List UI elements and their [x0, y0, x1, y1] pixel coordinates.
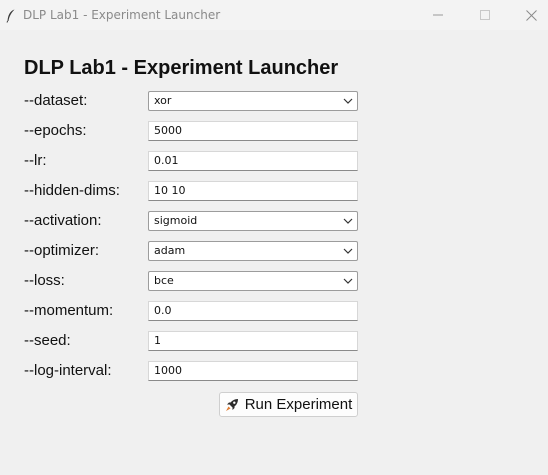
hidden-dims-input[interactable]: 10 10 [148, 181, 358, 201]
title-bar[interactable]: DLP Lab1 - Experiment Launcher [0, 0, 548, 30]
momentum-input[interactable]: 0.0 [148, 301, 358, 321]
optimizer-select[interactable]: adam [148, 241, 358, 261]
hidden-dims-label: --hidden-dims: [24, 182, 120, 199]
activation-select[interactable]: sigmoid [148, 211, 358, 231]
page-title: DLP Lab1 - Experiment Launcher [24, 57, 339, 79]
loss-value: bce [154, 274, 174, 287]
epochs-label: --epochs: [24, 122, 87, 139]
window-title: DLP Lab1 - Experiment Launcher [23, 8, 221, 22]
chevron-down-icon [343, 98, 353, 104]
run-experiment-button[interactable]: Run Experiment [219, 392, 358, 417]
epochs-input[interactable]: 5000 [148, 121, 358, 141]
minimize-button[interactable] [415, 0, 461, 30]
loss-label: --loss: [24, 272, 65, 289]
loss-select[interactable]: bce [148, 271, 358, 291]
chevron-down-icon [343, 278, 353, 284]
optimizer-label: --optimizer: [24, 242, 100, 259]
feather-icon [6, 8, 16, 23]
app-window: DLP Lab1 - Experiment Launcher DLP Lab1 … [0, 0, 548, 475]
rocket-icon [225, 398, 239, 412]
chevron-down-icon [343, 248, 353, 254]
dataset-label: --dataset: [24, 92, 88, 109]
form-panel: DLP Lab1 - Experiment Launcher --dataset… [0, 30, 548, 475]
activation-label: --activation: [24, 212, 102, 229]
dataset-select[interactable]: xor [148, 91, 358, 111]
lr-label: --lr: [24, 152, 47, 169]
chevron-down-icon [343, 218, 353, 224]
run-experiment-label: Run Experiment [244, 396, 353, 413]
seed-label: --seed: [24, 332, 71, 349]
close-icon [525, 9, 537, 21]
maximize-icon [480, 10, 490, 20]
close-button[interactable] [508, 0, 548, 30]
log-interval-input[interactable]: 1000 [148, 361, 358, 381]
maximize-button[interactable] [462, 0, 508, 30]
minimize-icon [433, 14, 443, 16]
lr-input[interactable]: 0.01 [148, 151, 358, 171]
dataset-value: xor [154, 94, 172, 107]
activation-value: sigmoid [154, 214, 198, 227]
log-interval-label: --log-interval: [24, 362, 112, 379]
optimizer-value: adam [154, 244, 186, 257]
momentum-label: --momentum: [24, 302, 114, 319]
seed-input[interactable]: 1 [148, 331, 358, 351]
